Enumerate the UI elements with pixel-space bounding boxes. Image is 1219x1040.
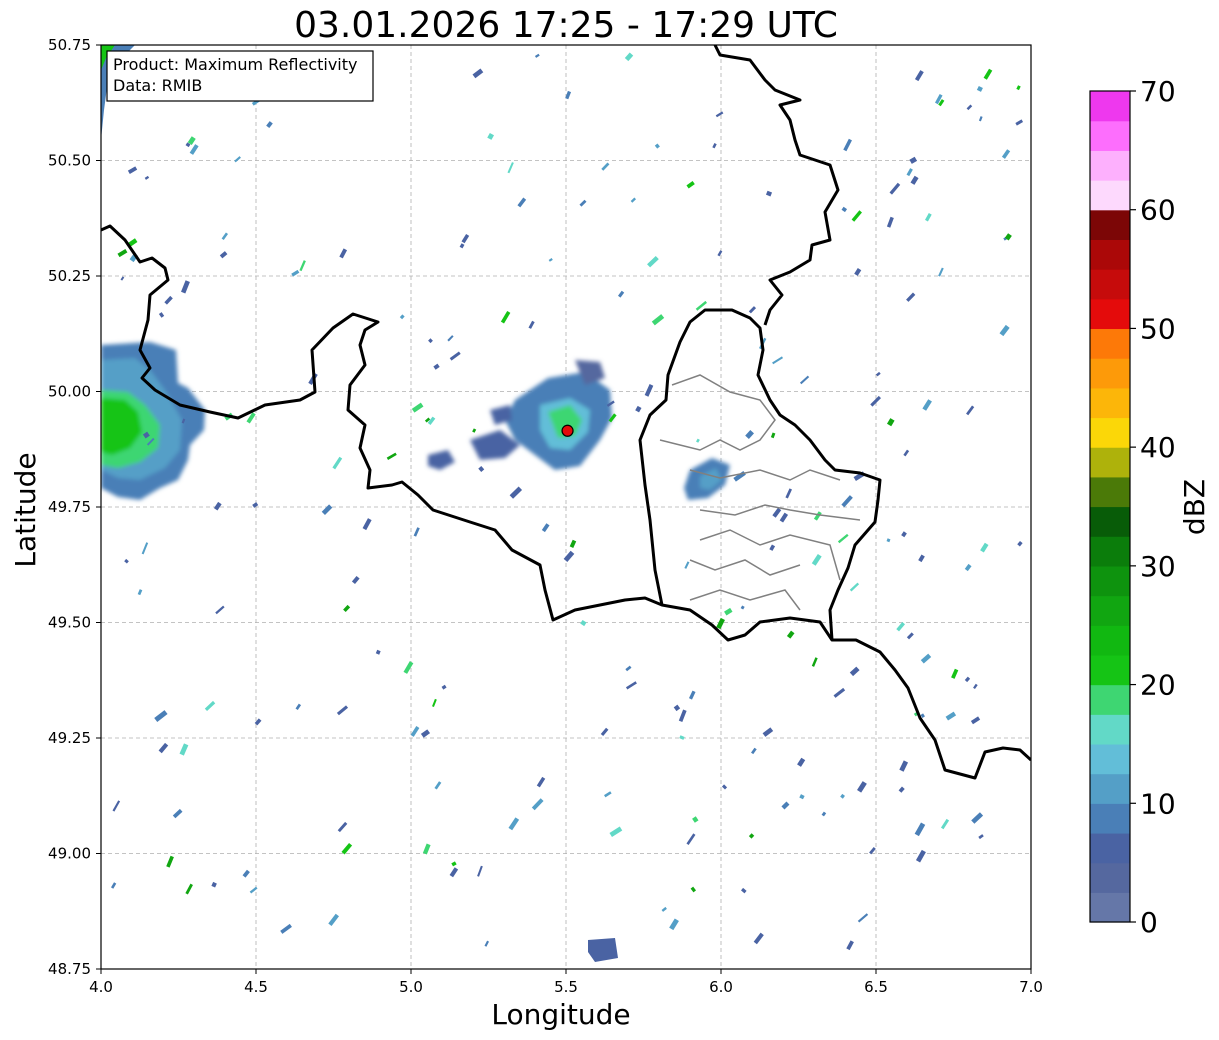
x-tick-label: 7.0 bbox=[1019, 978, 1043, 996]
colorbar-step bbox=[1090, 91, 1130, 122]
colorbar-step bbox=[1090, 358, 1130, 389]
x-axis-title: Longitude bbox=[491, 998, 630, 1031]
colorbar-tick-label: 50 bbox=[1140, 312, 1176, 345]
radar-site-marker bbox=[561, 424, 574, 437]
colorbar-step bbox=[1090, 595, 1130, 626]
colorbar-step bbox=[1090, 625, 1130, 656]
y-tick-label: 49.25 bbox=[48, 729, 91, 747]
colorbar-step bbox=[1090, 803, 1130, 834]
y-tick-label: 50.75 bbox=[48, 36, 91, 54]
colorbar-step bbox=[1090, 506, 1130, 537]
colorbar-step bbox=[1090, 832, 1130, 864]
y-tick-label: 49.00 bbox=[48, 845, 91, 863]
x-tick-label: 5.5 bbox=[554, 978, 578, 996]
colorbar-step bbox=[1090, 536, 1130, 567]
colorbar-step bbox=[1090, 862, 1130, 893]
colorbar-tick-label: 0 bbox=[1140, 906, 1158, 939]
colorbar-step bbox=[1090, 476, 1130, 508]
x-tick-label: 6.5 bbox=[864, 978, 888, 996]
colorbar-step bbox=[1090, 269, 1130, 300]
x-tick-label: 6.0 bbox=[709, 978, 733, 996]
colorbar-step bbox=[1090, 150, 1130, 181]
colorbar-step bbox=[1090, 565, 1130, 597]
y-axis-title: Latitude bbox=[9, 452, 42, 567]
colorbar-step bbox=[1090, 447, 1130, 478]
x-axis: 4.0 4.5 5.0 5.5 6.0 6.5 7.0 bbox=[89, 969, 1043, 996]
radar-map-figure: 03.01.2026 17:25 - 17:29 UTC Product: Ma… bbox=[9, 5, 1211, 1031]
colorbar-tick-label: 40 bbox=[1140, 431, 1176, 464]
colorbar-tick-label: 10 bbox=[1140, 787, 1176, 820]
colorbar-tick-label: 60 bbox=[1140, 194, 1176, 227]
colorbar-tick-label: 70 bbox=[1140, 75, 1176, 108]
info-product: Product: Maximum Reflectivity bbox=[113, 55, 357, 74]
colorbar-step bbox=[1090, 328, 1130, 359]
colorbar-step bbox=[1090, 743, 1130, 775]
y-tick-label: 48.75 bbox=[48, 960, 91, 978]
colorbar-step bbox=[1090, 120, 1130, 151]
info-data: Data: RMIB bbox=[113, 76, 202, 95]
colorbar-step bbox=[1090, 417, 1130, 448]
y-tick-label: 49.75 bbox=[48, 498, 91, 516]
colorbar-tick-label: 20 bbox=[1140, 669, 1176, 702]
colorbar-step bbox=[1090, 654, 1130, 686]
colorbar-ticks: 0 10 20 30 40 50 60 70 bbox=[1130, 75, 1176, 939]
colorbar-step bbox=[1090, 892, 1130, 923]
y-tick-label: 50.00 bbox=[48, 383, 91, 401]
colorbar-step bbox=[1090, 209, 1130, 240]
echo-south-spot bbox=[588, 938, 618, 962]
colorbar-step bbox=[1090, 298, 1130, 330]
y-tick-label: 49.50 bbox=[48, 614, 91, 632]
colorbar-step bbox=[1090, 180, 1130, 211]
colorbar-step bbox=[1090, 239, 1130, 270]
y-tick-label: 50.25 bbox=[48, 267, 91, 285]
y-axis: 48.75 49.00 49.25 49.50 49.75 50.00 50.25 50.50… bbox=[48, 36, 101, 978]
colorbar bbox=[1089, 90, 1131, 923]
plot-title: 03.01.2026 17:25 - 17:29 UTC bbox=[294, 5, 838, 46]
colorbar-step bbox=[1090, 387, 1130, 419]
info-box: Product: Maximum Reflectivity Data: RMIB bbox=[106, 50, 374, 102]
colorbar-tick-label: 30 bbox=[1140, 550, 1176, 583]
x-tick-label: 4.5 bbox=[244, 978, 268, 996]
y-tick-label: 50.50 bbox=[48, 152, 91, 170]
colorbar-step bbox=[1090, 684, 1130, 715]
colorbar-step bbox=[1090, 714, 1130, 745]
x-tick-label: 5.0 bbox=[399, 978, 423, 996]
colorbar-step bbox=[1090, 773, 1130, 804]
colorbar-label: dBZ bbox=[1178, 479, 1211, 535]
x-tick-label: 4.0 bbox=[89, 978, 113, 996]
